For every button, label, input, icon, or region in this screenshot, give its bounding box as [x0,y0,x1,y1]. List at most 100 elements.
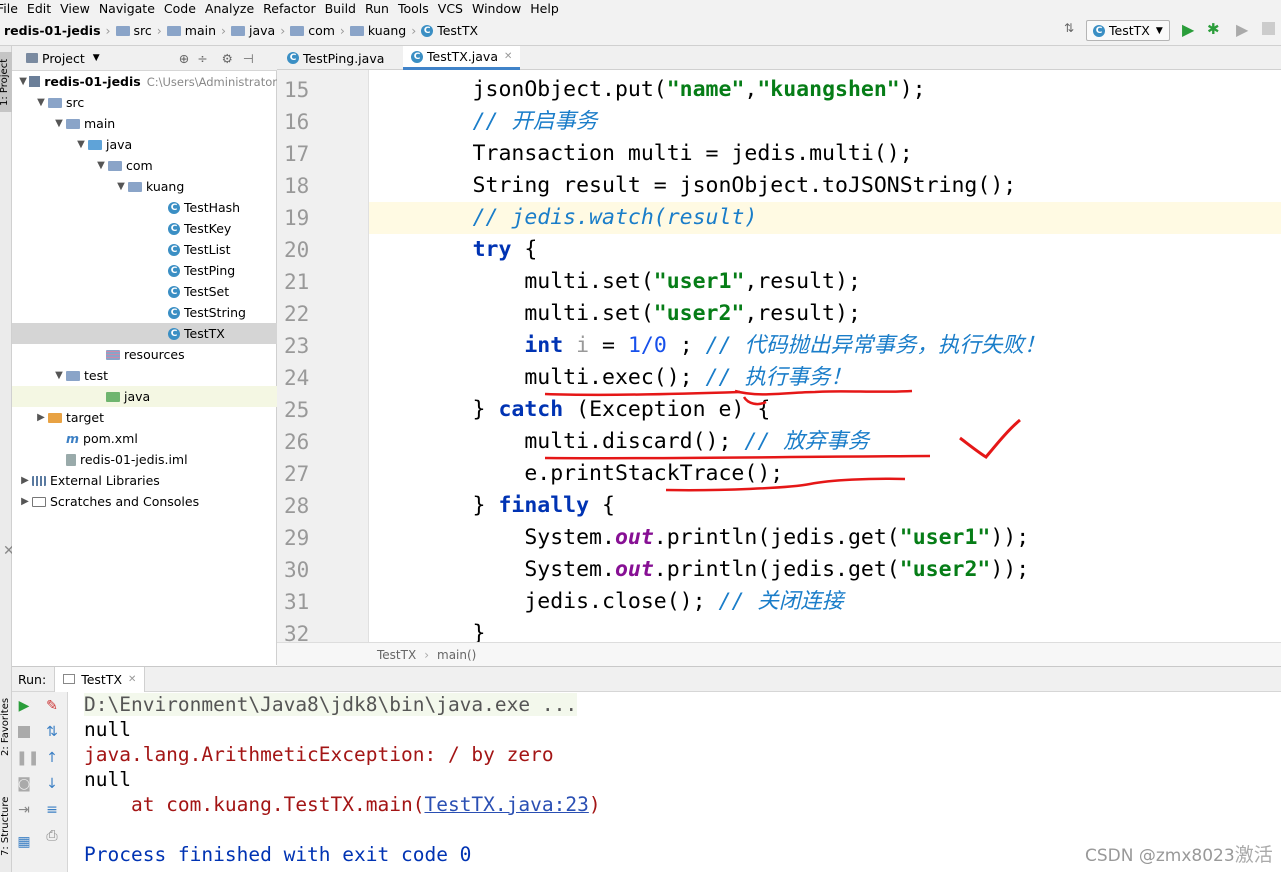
code-line[interactable]: Transaction multi = jedis.multi(); [369,138,1281,170]
code-line[interactable]: multi.set("user1",result); [369,266,1281,298]
tab-testping[interactable]: C TestPing.java ✕ [279,46,392,70]
breadcrumb-class[interactable]: TestTX [377,648,416,662]
breadcrumb-method[interactable]: main() [437,648,476,662]
code-line[interactable]: jsonObject.put("name","kuangshen"); [369,74,1281,106]
sort-icon[interactable]: ⇅ [44,724,60,740]
run-configuration-select[interactable]: C TestTX ▼ [1086,20,1170,41]
rerun-icon[interactable]: ▶ [16,698,32,714]
nav-crumb[interactable]: src › [115,23,162,38]
nav-crumb[interactable]: C TestTX [421,23,478,38]
locate-icon[interactable]: ⊕ [179,51,189,66]
tree-item[interactable]: ▼ test [12,365,277,386]
code-line[interactable]: } catch (Exception e) { [369,394,1281,426]
tree-item[interactable]: ▶ Scratches and Consoles [12,491,277,512]
tree-item[interactable]: ▼ kuang [12,176,277,197]
tree-item[interactable]: resources [12,344,277,365]
code-line[interactable]: e.printStackTrace(); [369,458,1281,490]
code-line[interactable]: // 开启事务 [369,106,1281,138]
tree-item[interactable]: ▼ main [12,113,277,134]
code-editor[interactable]: jsonObject.put("name","kuangshen"); // 开… [369,70,1281,642]
run-icon[interactable]: ▶ [1182,20,1194,39]
stop-icon[interactable] [1262,22,1275,35]
tree-item[interactable]: ▶ External Libraries [12,470,277,491]
tree-item[interactable]: C TestSet [12,281,277,302]
menu-item-view[interactable]: View [60,1,90,16]
camera-icon[interactable]: ◙ [16,776,32,792]
down-arrow-icon[interactable]: ↓ [44,776,60,792]
tree-item[interactable]: redis-01-jedis.iml [12,449,277,470]
chevron-down-icon[interactable]: ▼ [17,76,29,87]
code-line[interactable]: jedis.close(); // 关闭连接 [369,586,1281,618]
code-line[interactable]: String result = jsonObject.toJSONString(… [369,170,1281,202]
menu-item-analyze[interactable]: Analyze [205,1,254,16]
menu-item-tools[interactable]: Tools [398,1,429,16]
menu-item-file[interactable]: File [0,1,18,16]
tree-item[interactable]: C TestHash [12,197,277,218]
tree-item[interactable]: ▼ redis-01-jedis C:\Users\Administrator [12,71,277,92]
code-line[interactable]: int i = 1/0 ; // 代码抛出异常事务，执行失败！ [369,330,1281,362]
run-with-coverage-icon[interactable]: ▶ [1236,20,1248,39]
code-line[interactable]: multi.discard(); // 放弃事务 [369,426,1281,458]
code-line[interactable]: try { [369,234,1281,266]
wrench-icon[interactable]: ✎ [44,698,60,714]
chevron-right-icon[interactable]: ▶ [18,496,32,507]
project-side-tab[interactable]: 1: Project [0,52,12,112]
chevron-down-icon[interactable]: ▼ [52,118,66,129]
menu-item-edit[interactable]: Edit [27,1,51,16]
login-icon[interactable]: ⇥ [16,802,32,818]
menu-item-run[interactable]: Run [365,1,389,16]
tree-item[interactable]: C TestKey [12,218,277,239]
layout-icon[interactable]: ▦ [16,834,32,850]
close-icon[interactable]: ✕ [128,674,136,685]
menu-item-vcs[interactable]: VCS [438,1,463,16]
menu-item-code[interactable]: Code [164,1,196,16]
hide-icon[interactable]: ⊣ [243,51,254,66]
tab-run-testtx[interactable]: TestTX ✕ [54,666,146,692]
debug-icon[interactable]: ✱ [1207,20,1220,38]
chevron-down-icon[interactable]: ▼ [74,139,88,150]
tree-item[interactable]: m pom.xml [12,428,277,449]
nav-crumb[interactable]: java › [231,23,285,38]
menu-item-build[interactable]: Build [325,1,356,16]
tab-testtx[interactable]: C TestTX.java ✕ [403,46,521,70]
chevron-down-icon[interactable]: ▼ [94,160,108,171]
tree-item[interactable]: C TestPing [12,260,277,281]
code-line[interactable]: } [369,618,1281,642]
code-line[interactable]: System.out.println(jedis.get("user2")); [369,554,1281,586]
chevron-down-icon[interactable]: ▼ [52,370,66,381]
tree-item[interactable]: C TestString [12,302,277,323]
tree-item[interactable]: C TestTX [12,323,277,344]
tree-item[interactable]: ▼ com [12,155,277,176]
chevron-down-icon[interactable]: ▼ [114,181,128,192]
tree-item[interactable]: ▼ src [12,92,277,113]
menu-item-navigate[interactable]: Navigate [99,1,155,16]
code-line[interactable]: } finally { [369,490,1281,522]
stop-icon[interactable] [16,724,32,740]
chevron-right-icon[interactable]: ▶ [34,412,48,423]
code-line[interactable]: // jedis.watch(result) [369,202,1281,234]
print-icon[interactable]: ⎙ [44,828,60,844]
menu-item-help[interactable]: Help [530,1,559,16]
structure-side-tab[interactable]: 7: Structure [0,786,11,856]
chevron-down-icon[interactable]: ▼ [93,53,100,63]
code-line[interactable]: multi.exec(); // 执行事务！ [369,362,1281,394]
gear-icon[interactable]: ⚙ [222,51,233,66]
code-line[interactable]: multi.set("user2",result); [369,298,1281,330]
up-arrow-icon[interactable]: ↑ [44,750,60,766]
tree-item[interactable]: ▶ target [12,407,277,428]
menu-item-refactor[interactable]: Refactor [263,1,315,16]
soft-wrap-icon[interactable]: ≡ [44,802,60,818]
chevron-down-icon[interactable]: ▼ [34,97,48,108]
tree-item[interactable]: ▼ java [12,134,277,155]
nav-crumb[interactable]: com › [290,23,345,38]
tree-item[interactable]: java [12,386,277,407]
nav-crumb[interactable]: main › [166,23,226,38]
nav-crumb[interactable]: redis-01-jedis › [4,23,111,38]
nav-crumb[interactable]: kuang › [349,23,416,38]
pause-icon[interactable]: ❚❚ [16,750,39,766]
code-line[interactable]: System.out.println(jedis.get("user1")); [369,522,1281,554]
favorites-side-tab[interactable]: 2: Favorites [0,686,11,756]
menu-item-window[interactable]: Window [472,1,521,16]
toolbar-icons-left[interactable]: ⇅ [1064,21,1074,35]
close-icon[interactable]: ✕ [504,51,512,62]
